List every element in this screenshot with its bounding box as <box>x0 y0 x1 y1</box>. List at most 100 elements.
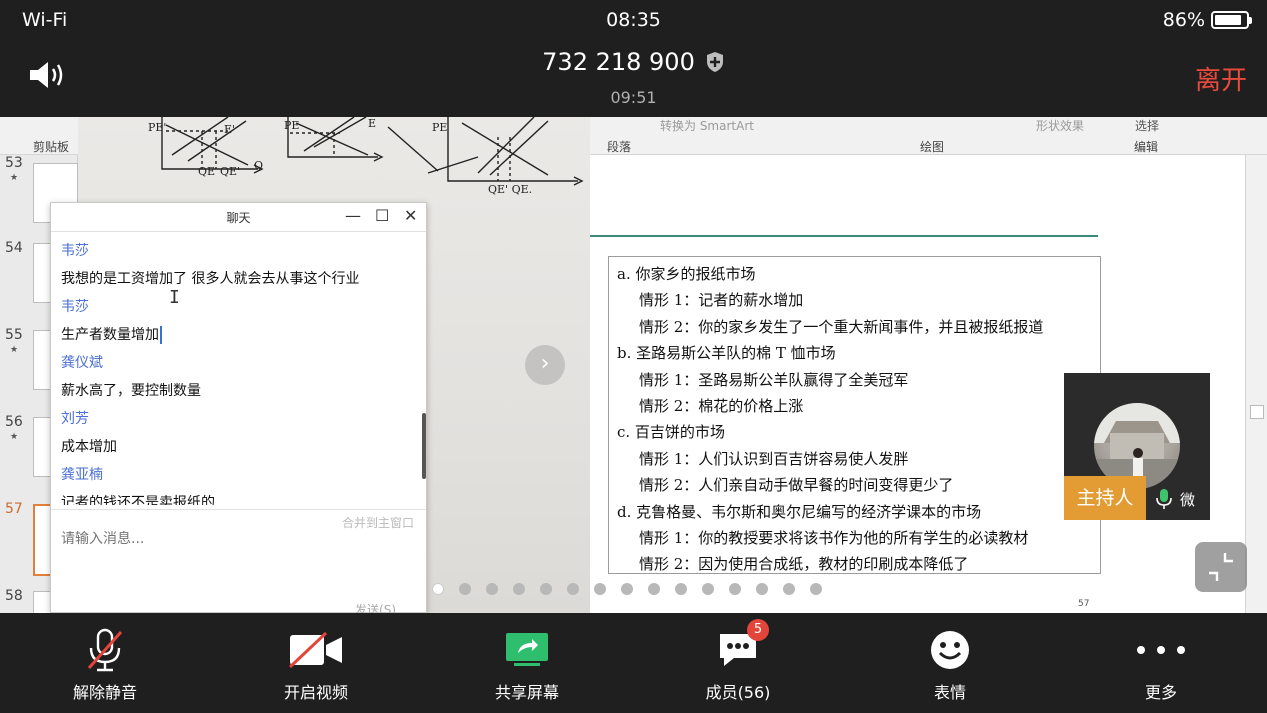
page-indicator[interactable] <box>432 583 822 595</box>
slide-line: 情形 1：圣路易斯公羊队赢得了全美冠军 <box>639 370 909 389</box>
exit-fullscreen-button[interactable] <box>1195 542 1247 592</box>
emoji-button[interactable]: 表情 <box>880 613 1020 713</box>
page-dot[interactable] <box>702 583 714 595</box>
svg-text:PE: PE <box>284 119 299 132</box>
battery-percent: 86% <box>1162 9 1205 31</box>
close-icon[interactable]: ✕ <box>404 206 417 225</box>
chat-message: 成本增加 <box>61 439 117 455</box>
chat-input[interactable] <box>61 531 361 547</box>
merge-to-main-window-link[interactable]: 合并到主窗口 <box>342 514 414 531</box>
microphone-icon <box>1156 489 1172 509</box>
slide-line: 情形 2：人们亲自动手做早餐的时间变得更少了 <box>639 476 954 495</box>
chat-scrollbar[interactable] <box>422 413 426 479</box>
page-dot[interactable] <box>567 583 579 595</box>
page-dot[interactable] <box>729 583 741 595</box>
chat-sender: 龚亚楠 <box>61 467 103 483</box>
meeting-screen: Wi-Fi 08:35 86% 732 218 900 09:51 离开 剪贴板 <box>0 0 1267 713</box>
slide-line: b. 圣路易斯公羊队的棉 T 恤市场 <box>617 344 836 363</box>
bottom-toolbar: 解除静音 开启视频 共享屏幕 5 成员(56) 表情 更多 <box>0 613 1267 713</box>
page-dot[interactable] <box>513 583 525 595</box>
presenter-mic-status: 微 <box>1156 488 1195 510</box>
page-dot[interactable] <box>648 583 660 595</box>
chat-messages[interactable]: 韦莎 我想的是工资增加了 很多人就会去从事这个行业 韦莎 生产者数量增加 龚仪斌… <box>51 233 426 505</box>
leave-button[interactable]: 离开 <box>1195 60 1247 97</box>
page-dot[interactable] <box>459 583 471 595</box>
chat-message: 薪水高了，要控制数量 <box>61 383 201 399</box>
ribbon-drawing: 绘图 <box>920 140 945 154</box>
presenter-video[interactable]: 主持人 微 <box>1064 373 1210 520</box>
ribbon-editing: 编辑 <box>1134 140 1159 154</box>
slide-line: c. 百吉饼的市场 <box>617 423 725 442</box>
meeting-id[interactable]: 732 218 900 <box>0 48 1267 76</box>
svg-text:QE' QE.: QE' QE. <box>488 183 532 196</box>
slide-number-current[interactable]: 57 <box>5 501 23 517</box>
slide-line: 情形 1：你的教授要求将该书作为他的所有学生的必读教材 <box>639 528 1029 547</box>
start-video-button[interactable]: 开启视频 <box>246 613 386 713</box>
page-dot[interactable] <box>486 583 498 595</box>
svg-text:Q: Q <box>254 159 263 172</box>
page-dot-active[interactable] <box>432 583 444 595</box>
next-page-button[interactable]: › <box>525 345 565 385</box>
ribbon-shape-effects: 形状效果 <box>1036 119 1085 133</box>
scroll-thumb[interactable] <box>1250 405 1264 419</box>
svg-text:QE': QE' <box>220 165 240 178</box>
ribbon-clipboard: 剪贴板 <box>33 140 70 154</box>
slide-star: ★ <box>10 173 19 183</box>
slide-number[interactable]: 53 <box>5 155 23 171</box>
ppt-scrollbar[interactable] <box>1245 155 1267 613</box>
shield-icon <box>706 52 723 72</box>
page-dot[interactable] <box>675 583 687 595</box>
chat-window[interactable]: 聊天 — ☐ ✕ 韦莎 我想的是工资增加了 很多人就会去从事这个行业 韦莎 生产… <box>50 202 427 613</box>
chat-message: 我想的是工资增加了 很多人就会去从事这个行业 <box>61 271 360 287</box>
ribbon-smartart: 转换为 SmartArt <box>660 119 754 133</box>
slide-number[interactable]: 55 <box>5 327 23 343</box>
members-button[interactable]: 5 成员(56) <box>668 613 808 713</box>
page-dot[interactable] <box>621 583 633 595</box>
members-label: 成员(56) <box>705 683 771 702</box>
slide-number[interactable]: 56 <box>5 414 23 430</box>
unread-badge: 5 <box>747 619 769 641</box>
chat-message-text: 生产者数量增加 <box>61 327 159 343</box>
more-button[interactable]: 更多 <box>1091 613 1231 713</box>
svg-text:PE': PE' <box>148 121 166 134</box>
video-off-icon <box>288 631 342 669</box>
smiley-icon <box>931 631 969 669</box>
muted-microphone-icon <box>87 628 123 672</box>
emoji-label: 表情 <box>933 683 966 702</box>
text-cursor-icon: I <box>169 287 180 308</box>
chat-titlebar: 聊天 — ☐ ✕ <box>51 203 426 232</box>
slide-number[interactable]: 54 <box>5 240 23 256</box>
page-dot[interactable] <box>594 583 606 595</box>
share-screen-label: 共享屏幕 <box>494 683 559 702</box>
slide-star: ★ <box>10 345 19 355</box>
meeting-id-text: 732 218 900 <box>542 48 695 76</box>
send-button[interactable]: 发送(S) <box>355 601 396 613</box>
minimize-icon[interactable]: — <box>345 206 361 225</box>
chat-message: 生产者数量增加 <box>61 321 416 349</box>
slide-line: a. 你家乡的报纸市场 <box>617 265 756 283</box>
chat-sender: 龚仪斌 <box>61 355 103 371</box>
unmute-button[interactable]: 解除静音 <box>35 613 175 713</box>
chat-sender: 刘芳 <box>61 411 89 427</box>
page-dot[interactable] <box>756 583 768 595</box>
slide-number[interactable]: 58 <box>5 588 23 604</box>
slide-line: 情形 2：因为使用合成纸，教材的印刷成本降低了 <box>639 555 969 574</box>
slide-line: 情形 1：记者的薪水增加 <box>639 291 804 310</box>
chat-sender: 韦莎 <box>61 243 89 259</box>
more-dots-icon <box>1137 646 1185 654</box>
slide-line: 情形 2：棉花的价格上涨 <box>639 396 804 415</box>
chat-sender: 韦莎 <box>61 299 89 315</box>
slide-line: 情形 2：你的家乡发生了一个重大新闻事件，并且被报纸报道 <box>639 317 1044 336</box>
meeting-duration: 09:51 <box>610 88 657 107</box>
shared-screen[interactable]: 剪贴板 转换为 SmartArt 形状效果 选择 段落 绘图 编辑 53 ★ 5… <box>0 117 1267 613</box>
ribbon-paragraph: 段落 <box>607 140 632 154</box>
collapse-icon <box>1209 553 1233 581</box>
maximize-icon[interactable]: ☐ <box>375 206 389 225</box>
clock: 08:35 <box>606 9 661 31</box>
battery-status: 86% <box>1162 9 1252 31</box>
page-dot[interactable] <box>810 583 822 595</box>
page-dot[interactable] <box>783 583 795 595</box>
page-dot[interactable] <box>540 583 552 595</box>
more-label: 更多 <box>1144 683 1177 702</box>
share-screen-button[interactable]: 共享屏幕 <box>457 613 597 713</box>
